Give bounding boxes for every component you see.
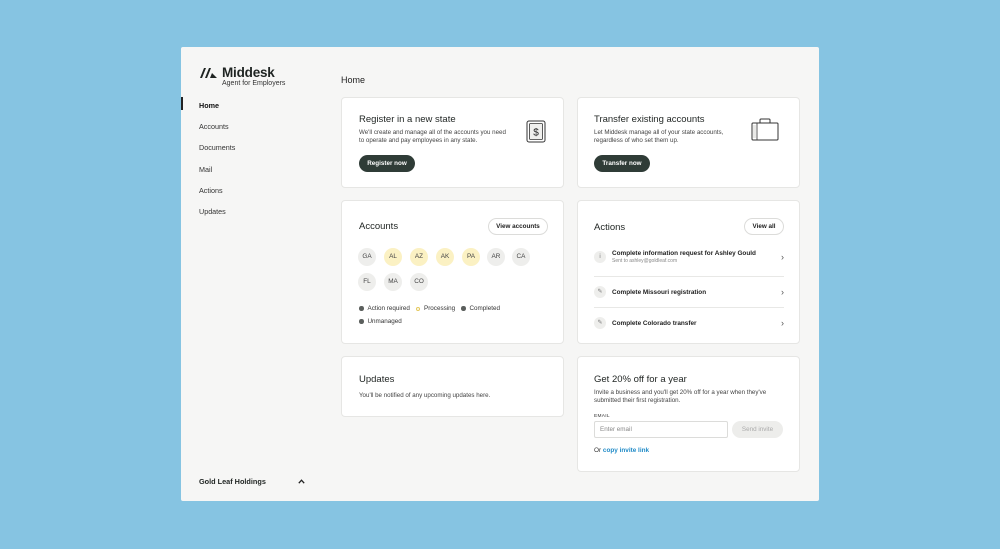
state-badge-ak[interactable]: AK (436, 248, 454, 266)
state-badge-ar[interactable]: AR (487, 248, 505, 266)
sidebar-item-mail[interactable]: Mail (181, 163, 324, 184)
updates-description: You'll be notified of any upcoming updat… (359, 392, 491, 399)
legend-processing: Processing (416, 305, 455, 312)
action-title: Complete Missouri registration (612, 288, 707, 296)
org-switcher[interactable]: Gold Leaf Holdings (199, 477, 305, 486)
logo: Middesk (200, 65, 275, 80)
chevron-up-icon (298, 479, 305, 484)
state-badge-ca[interactable]: CA (512, 248, 530, 266)
action-item-colorado-transfer[interactable]: ✎ Complete Colorado transfer › (594, 308, 784, 338)
state-badge-fl[interactable]: FL (358, 273, 376, 291)
state-badge-ga[interactable]: GA (358, 248, 376, 266)
chevron-right-icon: › (781, 318, 784, 328)
accounts-title: Accounts (359, 221, 399, 232)
email-label: EMAIL (594, 414, 610, 419)
legend-label: Unmanaged (367, 318, 402, 325)
transfer-title: Transfer existing accounts (594, 114, 705, 125)
brand-subtitle: Agent for Employers (222, 80, 286, 87)
referral-card: Get 20% off for a year Invite a business… (577, 356, 800, 472)
pencil-icon: ✎ (594, 286, 606, 298)
register-card: Register in a new state We'll create and… (341, 97, 564, 188)
actions-card: Actions View all i Complete information … (577, 200, 800, 344)
sidebar-nav: Home Accounts Documents Mail Actions Upd… (181, 96, 324, 226)
page-title: Home (341, 75, 366, 85)
action-title: Complete information request for Ashley … (612, 250, 756, 257)
view-all-actions-button[interactable]: View all (744, 218, 784, 235)
transfer-description: Let Middesk manage all of your state acc… (594, 129, 724, 145)
legend-label: Action required (367, 305, 410, 312)
register-description: We'll create and manage all of the accou… (359, 129, 506, 145)
copy-invite-line: Or copy invite link (594, 447, 649, 454)
legend-dot (359, 306, 364, 311)
middesk-logo-icon (200, 67, 217, 78)
chevron-right-icon: › (781, 287, 784, 297)
register-title: Register in a new state (359, 114, 456, 125)
sidebar-item-accounts[interactable]: Accounts (181, 120, 324, 141)
legend-action-required: Action required (359, 305, 410, 312)
dollar-document-icon: $ (526, 120, 546, 143)
state-badge-ma[interactable]: MA (384, 273, 402, 291)
sidebar-item-updates[interactable]: Updates (181, 205, 324, 226)
state-badge-az[interactable]: AZ (410, 248, 428, 266)
referral-description: Invite a business and you'll get 20% off… (594, 389, 767, 405)
legend-unmanaged: Unmanaged (359, 318, 402, 325)
sidebar-item-home[interactable]: Home (181, 96, 324, 120)
sidebar-item-actions[interactable]: Actions (181, 184, 324, 205)
actions-title: Actions (594, 222, 626, 233)
updates-card: Updates You'll be notified of any upcomi… (341, 356, 564, 417)
brand-name: Middesk (222, 65, 275, 80)
chevron-right-icon: › (781, 252, 784, 262)
copy-invite-link[interactable]: copy invite link (603, 447, 649, 454)
transfer-card: Transfer existing accounts Let Middesk m… (577, 97, 800, 188)
copy-prefix: Or (594, 447, 602, 454)
sidebar-item-documents[interactable]: Documents (181, 141, 324, 162)
action-title: Complete Colorado transfer (612, 319, 697, 327)
email-input[interactable] (594, 421, 728, 438)
legend-dot (416, 306, 420, 311)
action-item-missouri-registration[interactable]: ✎ Complete Missouri registration › (594, 277, 784, 307)
org-name: Gold Leaf Holdings (199, 477, 266, 486)
legend-label: Processing (424, 305, 456, 312)
action-subtitle: Sent to ashley@goldleaf.com (612, 258, 678, 264)
info-icon: i (594, 251, 606, 263)
register-now-button[interactable]: Register now (359, 155, 415, 172)
app-window: Middesk Agent for Employers Home Account… (181, 47, 819, 501)
view-accounts-button[interactable]: View accounts (488, 218, 548, 235)
state-badge-co[interactable]: CO (410, 273, 428, 291)
transfer-now-button[interactable]: Transfer now (594, 155, 650, 172)
legend-dot (359, 319, 364, 324)
sidebar: Middesk Agent for Employers Home Account… (181, 47, 324, 501)
state-badge-al[interactable]: AL (384, 248, 402, 266)
state-badge-pa[interactable]: PA (462, 248, 480, 266)
updates-title: Updates (359, 374, 395, 385)
legend-completed: Completed (461, 305, 500, 312)
action-item-information-request[interactable]: i Complete information request for Ashle… (594, 242, 784, 272)
briefcase-icon (751, 118, 779, 141)
pencil-icon: ✎ (594, 317, 606, 329)
referral-title: Get 20% off for a year (594, 374, 687, 385)
legend-dot (461, 306, 466, 311)
svg-text:$: $ (533, 128, 539, 139)
legend-label: Completed (469, 305, 500, 312)
accounts-card: Accounts View accounts GA AL AZ AK PA AR… (341, 200, 564, 344)
send-invite-button[interactable]: Send invite (732, 421, 783, 438)
